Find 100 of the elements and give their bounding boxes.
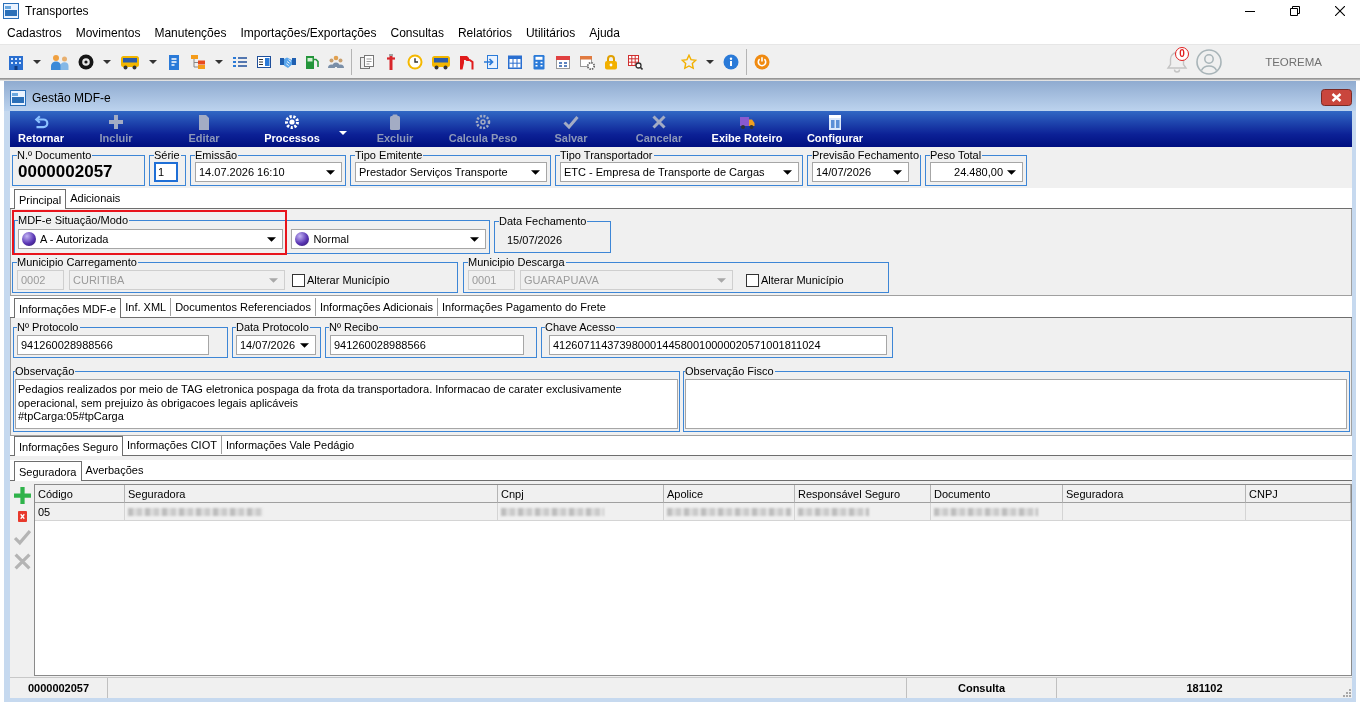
notification-badge: 0 xyxy=(1175,46,1190,61)
people-icon[interactable] xyxy=(50,53,70,70)
tab[interactable]: Adicionais xyxy=(66,189,125,207)
caret-icon[interactable] xyxy=(783,169,792,175)
route-button[interactable]: Exibe Roteiro xyxy=(703,111,791,147)
process-button[interactable]: Processos xyxy=(248,111,336,147)
menu-item[interactable]: Ajuda xyxy=(582,26,627,40)
gear-icon xyxy=(284,114,300,130)
dropdown[interactable]: Normal xyxy=(291,229,486,249)
caret-icon[interactable] xyxy=(300,342,309,348)
clock-icon[interactable] xyxy=(407,53,423,70)
user-name: TEOREMA xyxy=(1265,55,1322,68)
column-header[interactable]: CNPJ xyxy=(1246,485,1351,503)
dropdown[interactable]: 14.07.2026 16:10 xyxy=(195,162,342,182)
minimize-icon[interactable] xyxy=(1245,10,1255,12)
field-label: Tipo Emitente xyxy=(355,149,424,161)
dropdown[interactable]: 24.480,00 xyxy=(930,162,1023,182)
text-field[interactable]: 941260028988566 xyxy=(17,335,209,355)
dropdown[interactable]: ETC - Empresa de Transporte de Cargas xyxy=(560,162,799,182)
column-header[interactable]: Seguradora xyxy=(1063,485,1246,503)
text-area[interactable]: Pedagios realizados por meio de TAG eletronica pospaga da frota da transportadora. Informacao de carater exclusivamente operacional, sem prejuizo às obrigacoes legais aplicáveis #tpCarga:05#tpCarga xyxy=(15,379,678,429)
bus-icon[interactable] xyxy=(120,53,140,70)
group-icon[interactable] xyxy=(328,53,344,70)
dropdown[interactable]: 14/07/2026 xyxy=(812,162,909,182)
bus-icon[interactable] xyxy=(431,53,451,70)
tab[interactable]: Informações MDF-e xyxy=(14,298,122,318)
column-header[interactable]: Seguradora xyxy=(125,485,498,503)
column-header[interactable]: Documento xyxy=(931,485,1063,503)
caret-icon[interactable] xyxy=(326,169,335,175)
tire-icon[interactable] xyxy=(78,53,94,70)
menu-item[interactable]: Utilitários xyxy=(518,26,583,40)
document-icon[interactable] xyxy=(166,53,182,70)
star-icon[interactable] xyxy=(681,53,697,70)
restore-icon[interactable] xyxy=(1290,6,1300,16)
field-label: Tipo Transportador xyxy=(560,149,654,161)
caret-icon[interactable] xyxy=(1007,169,1016,175)
configure-button[interactable]: Configurar xyxy=(791,111,879,147)
tab[interactable]: Informações Seguro xyxy=(14,436,124,456)
caret-icon[interactable] xyxy=(893,169,902,175)
menu-item[interactable]: Importações/Exportações xyxy=(233,26,384,40)
table-search-icon[interactable] xyxy=(627,53,643,70)
caret-icon[interactable] xyxy=(215,59,223,64)
building-icon[interactable] xyxy=(8,53,24,70)
menu-item[interactable]: Relatórios xyxy=(450,26,519,40)
close-icon[interactable] xyxy=(1321,89,1352,106)
menu-item[interactable]: Consultas xyxy=(383,26,451,40)
caret-icon[interactable] xyxy=(531,169,540,175)
dropdown[interactable]: A - Autorizada xyxy=(18,229,284,249)
return-button[interactable]: Retornar xyxy=(10,111,72,147)
calendar-gear-icon[interactable] xyxy=(579,53,595,70)
tab[interactable]: Documentos Referenciados xyxy=(171,298,316,316)
caret-icon[interactable] xyxy=(470,236,479,242)
card-icon[interactable] xyxy=(256,53,272,70)
tab[interactable]: Informações Pagamento do Frete xyxy=(438,298,610,316)
gas-pump-icon[interactable] xyxy=(304,53,320,70)
field-label: Nº Recibo xyxy=(329,321,380,333)
caret-icon[interactable] xyxy=(149,59,157,64)
return-arrow-icon xyxy=(33,114,49,130)
tab[interactable]: Inf. XML xyxy=(121,298,172,316)
text-field[interactable]: 41260711437398000144580010000020571001811024 xyxy=(549,335,887,355)
tab[interactable]: Principal xyxy=(14,189,67,209)
dropdown[interactable]: 14/07/2026 xyxy=(236,335,316,355)
close-icon[interactable] xyxy=(1335,6,1345,16)
calendar-icon[interactable] xyxy=(555,53,571,70)
column-header[interactable]: Cnpj xyxy=(498,485,664,503)
menu-item[interactable]: Cadastros xyxy=(0,26,69,40)
text-field[interactable]: 1 xyxy=(154,162,178,182)
delete-icon[interactable] xyxy=(17,511,27,522)
caret-icon[interactable] xyxy=(706,59,714,64)
tab[interactable]: Informações CIOT xyxy=(123,436,222,454)
caret-icon[interactable] xyxy=(267,236,277,242)
tab[interactable]: Informações Adicionais xyxy=(315,298,439,316)
tab[interactable]: Averbações xyxy=(81,461,148,479)
resize-grip-icon[interactable] xyxy=(1342,688,1351,697)
calculator-icon[interactable] xyxy=(531,53,547,70)
calendar-icon[interactable] xyxy=(507,53,523,70)
column-header[interactable]: Responsável Seguro xyxy=(795,485,931,503)
caret-icon[interactable] xyxy=(339,131,347,135)
text-field[interactable]: 941260028988566 xyxy=(330,335,524,355)
status-text: 181102 xyxy=(1186,682,1223,694)
app-icon xyxy=(3,3,19,19)
table-cell: 05 xyxy=(35,503,125,521)
field-label: Série xyxy=(154,149,181,161)
dropdown[interactable]: Prestador Serviços Transporte xyxy=(355,162,547,182)
org-chart-icon[interactable] xyxy=(190,53,206,70)
pipe-icon[interactable] xyxy=(459,53,475,70)
tab[interactable]: Seguradora xyxy=(14,461,82,481)
menu-item[interactable]: Movimentos xyxy=(68,26,148,40)
menu-item[interactable]: Manutenções xyxy=(147,26,234,40)
caret-icon[interactable] xyxy=(103,59,111,64)
tab[interactable]: Informações Vale Pedágio xyxy=(221,436,359,454)
bell-icon[interactable] xyxy=(1166,49,1189,74)
info-icon[interactable] xyxy=(723,53,739,70)
documents-icon[interactable] xyxy=(359,53,375,70)
column-header[interactable]: Apolice xyxy=(664,485,795,503)
column-header[interactable]: Código xyxy=(35,485,125,503)
field-label: Previsão Fechamento xyxy=(812,149,920,161)
caret-icon[interactable] xyxy=(33,59,41,64)
document-arrow-icon[interactable] xyxy=(483,53,499,70)
gear-icon xyxy=(475,114,491,130)
